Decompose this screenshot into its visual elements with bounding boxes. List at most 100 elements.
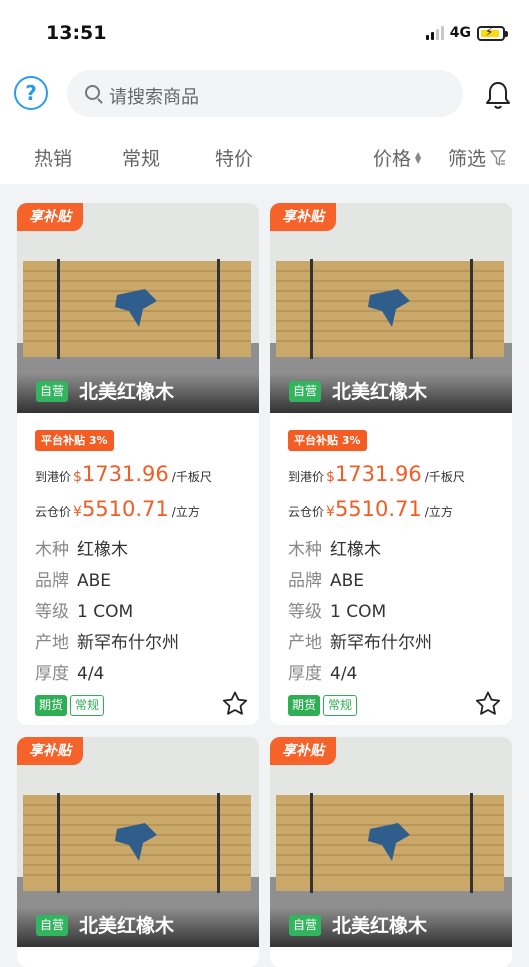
attr-label: 等级 [35,602,69,622]
attr-value: 新罕布什尔州 [330,633,432,653]
product-image: 享补贴 自营 北美红橡木 [17,737,259,947]
status-indicators: 4G ⚡ [425,22,508,44]
cloud-price-currency: ¥ [326,504,335,520]
cloud-price-value: 5510.71 [81,497,169,521]
attr-grade: 等级 1 COM [35,597,133,622]
attr-value: 4/4 [330,664,358,684]
cloud-price-label: 云仓价 [288,505,325,519]
attr-value: 1 COM [77,602,134,622]
product-tags: 期货 常规 [35,695,105,716]
network-type: 4G [449,25,471,41]
product-tags: 期货 常规 [288,695,358,716]
cloud-price: 云仓价 ¥5510.71/立方 [288,497,453,521]
attr-thickness: 厚度 4/4 [288,659,357,684]
platform-subsidy-badge: 平台补贴 3% [35,430,114,451]
tab-special[interactable]: 特价 [215,144,253,171]
attr-value: 1 COM [330,602,387,622]
futures-tag: 期货 [288,695,321,716]
port-price-value: 1731.96 [334,462,422,486]
port-price-unit: /千板尺 [424,470,465,484]
tab-filter-label: 筛选 [448,148,487,170]
product-card[interactable]: 享补贴 自营 北美红橡木 [270,737,512,967]
port-price-value: 1731.96 [81,462,169,486]
product-title: 北美红橡木 [79,381,175,403]
favorite-star-icon[interactable] [221,690,249,718]
regular-tag: 常规 [323,695,358,716]
product-title: 北美红橡木 [332,915,428,937]
attr-value: 红橡木 [77,540,128,560]
cloud-price-unit: /立方 [171,505,200,519]
tab-price-sort[interactable]: 价格 ▲ ▼ [373,144,421,171]
header: 13:51 4G ⚡ ? 请搜索商品 热销 常规 特价 价格 ▲ ▼ 筛选 [0,0,529,184]
sort-arrows-icon: ▲ ▼ [415,149,422,165]
attr-value: 新罕布什尔州 [77,633,179,653]
self-operated-badge: 自营 [289,915,322,936]
status-time: 13:51 [46,22,107,44]
title-bar: 自营 北美红橡木 [17,907,259,947]
subsidy-tag: 享补贴 [270,203,336,231]
attr-label: 木种 [288,540,322,560]
product-card[interactable]: 享补贴 自营 北美红橡木 [17,737,259,967]
futures-tag: 期货 [35,695,68,716]
tab-regular[interactable]: 常规 [122,144,160,171]
self-operated-badge: 自营 [289,381,322,402]
attr-origin: 产地 新罕布什尔州 [288,628,432,653]
attr-label: 产地 [35,633,69,653]
attr-value: ABE [330,571,365,591]
subsidy-tag: 享补贴 [270,737,336,765]
attr-wood-species: 木种 红橡木 [288,535,381,560]
signal-icon [425,26,444,40]
product-title: 北美红橡木 [332,381,428,403]
attr-grade: 等级 1 COM [288,597,386,622]
search-placeholder: 请搜索商品 [109,87,199,108]
product-image: 享补贴 自营 北美红橡木 [270,203,512,413]
title-bar: 自营 北美红橡木 [17,373,259,413]
product-card[interactable]: 享补贴 自营 北美红橡木 平台补贴 3% 到港价 $1731.96/千板尺 云仓价… [17,203,259,725]
attr-brand: 品牌 ABE [288,566,364,591]
search-input[interactable]: 请搜索商品 [67,70,463,117]
product-card[interactable]: 享补贴 自营 北美红橡木 平台补贴 3% 到港价 $1731.96/千板尺 云仓价… [270,203,512,725]
port-price-label: 到港价 [35,470,72,484]
bell-icon[interactable] [485,80,511,110]
title-bar: 自营 北美红橡木 [270,907,512,947]
cloud-price-unit: /立方 [424,505,453,519]
cloud-price-currency: ¥ [73,504,82,520]
port-price-label: 到港价 [288,470,325,484]
attr-label: 厚度 [288,664,322,684]
favorite-star-icon[interactable] [474,690,502,718]
battery-icon: ⚡ [477,25,508,41]
tab-filter[interactable]: 筛选 [448,144,506,171]
attr-value: 红橡木 [330,540,381,560]
self-operated-badge: 自营 [36,381,69,402]
product-image: 享补贴 自营 北美红橡木 [270,737,512,947]
attr-value: 4/4 [77,664,105,684]
port-price-unit: /千板尺 [171,470,212,484]
attr-label: 等级 [288,602,322,622]
attr-label: 厚度 [35,664,69,684]
cloud-price-value: 5510.71 [334,497,422,521]
port-price: 到港价 $1731.96/千板尺 [288,462,465,486]
self-operated-badge: 自营 [36,915,69,936]
cloud-price-label: 云仓价 [35,505,72,519]
filter-tabs: 热销 常规 特价 价格 ▲ ▼ 筛选 [0,136,529,178]
search-icon [85,85,100,100]
attr-value: ABE [77,571,112,591]
attr-label: 品牌 [35,571,69,591]
title-bar: 自营 北美红橡木 [270,373,512,413]
regular-tag: 常规 [70,695,105,716]
tab-price-label: 价格 [373,148,412,170]
port-price-currency: $ [73,469,82,485]
attr-brand: 品牌 ABE [35,566,111,591]
status-bar: 13:51 4G ⚡ [0,0,529,62]
help-icon[interactable]: ? [14,76,48,110]
attr-label: 产地 [288,633,322,653]
attr-thickness: 厚度 4/4 [35,659,104,684]
tab-hot[interactable]: 热销 [34,144,72,171]
filter-icon [490,149,506,166]
subsidy-tag: 享补贴 [17,203,83,231]
product-image: 享补贴 自营 北美红橡木 [17,203,259,413]
attr-origin: 产地 新罕布什尔州 [35,628,179,653]
attr-wood-species: 木种 红橡木 [35,535,128,560]
port-price-currency: $ [326,469,335,485]
product-title: 北美红橡木 [79,915,175,937]
